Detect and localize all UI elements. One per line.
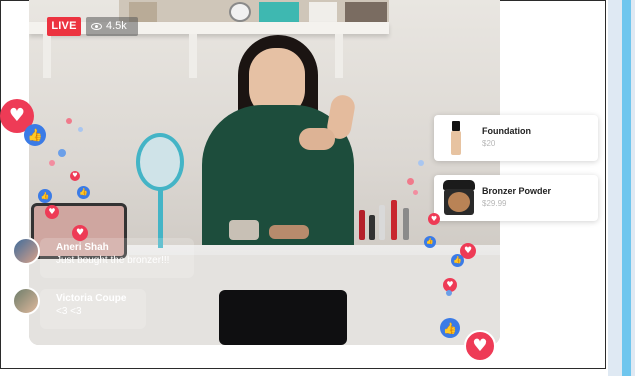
heart-icon: ♥ <box>45 205 59 219</box>
thumbs-up-icon: 👍 <box>38 189 52 203</box>
product-name: Foundation <box>482 126 531 136</box>
makeup-mirror <box>136 133 184 191</box>
live-badge: LIVE <box>47 17 81 36</box>
reaction-dot <box>66 118 72 124</box>
cosmetic-item <box>359 210 365 240</box>
eye-icon <box>91 23 102 30</box>
reaction-dot <box>418 160 424 166</box>
reaction-dot <box>49 160 55 166</box>
heart-icon: ♥ <box>72 225 88 241</box>
reaction-dot <box>413 190 418 195</box>
product-name: Bronzer Powder <box>482 186 552 196</box>
cosmetic-item <box>369 215 375 240</box>
comment-item: Aneri Shah Just bought the bronzer!!! <box>40 238 194 278</box>
foundation-bottle-icon <box>451 121 461 155</box>
cosmetic-item <box>379 205 385 240</box>
product-card-foundation[interactable]: Foundation $20 <box>434 115 598 161</box>
reaction-dot <box>78 127 83 132</box>
heart-icon: ♥ <box>70 171 80 181</box>
thumbs-up-icon: 👍 <box>424 236 436 248</box>
reaction-dot <box>407 178 414 185</box>
side-accent-strip <box>608 0 635 376</box>
heart-icon: ♥ <box>428 213 440 225</box>
product-price: $29.99 <box>482 199 507 208</box>
comment-text: Just bought the bronzer!!! <box>56 255 170 266</box>
cosmetic-item <box>229 220 259 240</box>
cosmetic-item <box>403 208 409 240</box>
avatar[interactable] <box>12 287 40 315</box>
reaction-dot <box>58 149 66 157</box>
comment-author: Aneri Shah <box>56 242 109 253</box>
thumbs-up-icon[interactable]: 👍 <box>440 318 460 338</box>
product-price: $20 <box>482 139 496 148</box>
cosmetic-item <box>391 200 397 240</box>
comment-text: <3 <3 <box>56 306 82 317</box>
avatar[interactable] <box>12 237 40 265</box>
view-count-badge: 4.5k <box>86 17 138 36</box>
heart-icon[interactable]: ♥ <box>464 330 496 362</box>
presenter-hand <box>299 128 335 150</box>
reaction-dot <box>446 290 452 296</box>
bronzer-compact-icon <box>443 180 475 216</box>
comment-item: Victoria Coupe <3 <3 <box>40 289 146 329</box>
wall-shelf <box>29 22 389 34</box>
shelf-decor <box>119 0 389 22</box>
cosmetic-item <box>269 225 309 239</box>
view-count: 4.5k <box>106 20 127 32</box>
product-card-bronzer[interactable]: Bronzer Powder $29.99 <box>434 175 598 221</box>
presenter-legs <box>219 290 347 345</box>
thumbs-up-icon[interactable]: 👍 <box>24 124 46 146</box>
thumbs-up-icon: 👍 <box>451 254 464 267</box>
comment-author: Victoria Coupe <box>56 293 127 304</box>
thumbs-up-icon: 👍 <box>77 186 90 199</box>
